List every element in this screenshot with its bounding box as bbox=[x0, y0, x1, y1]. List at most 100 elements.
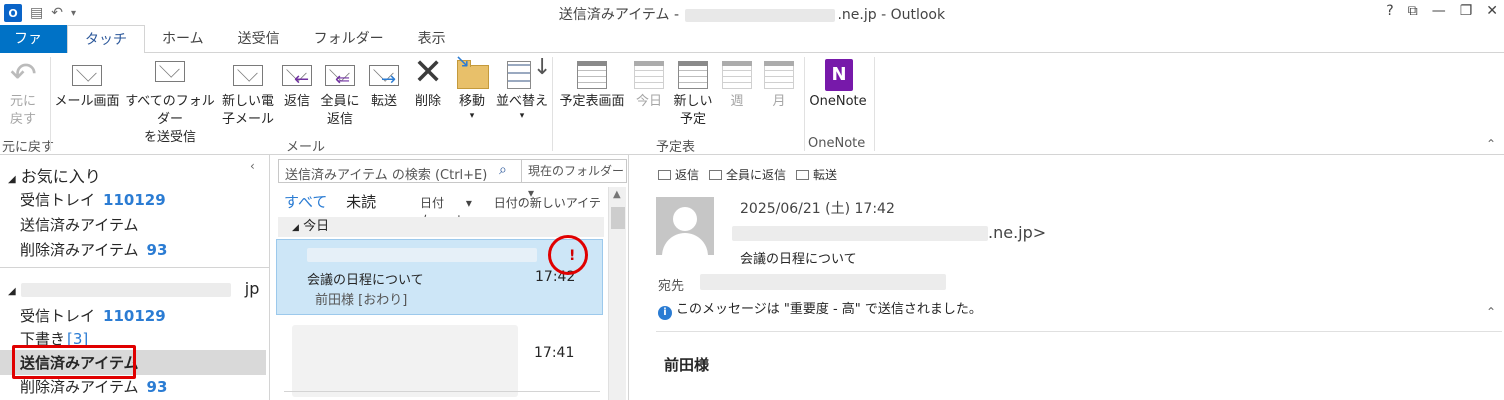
folder-pane: ‹ ◢ お気に入り 受信トレイ 110129 送信済みアイテム 削除済みアイテム 9… bbox=[0, 155, 270, 400]
today-button[interactable]: 今日 bbox=[630, 57, 668, 111]
reply-button[interactable]: ← 返信 bbox=[278, 57, 316, 111]
undo-button[interactable]: ↶ 元に 戻す bbox=[4, 57, 42, 129]
sort-button[interactable]: ↓ 並べ替え ▾ bbox=[494, 57, 551, 122]
message-subject: 会議の日程について bbox=[307, 273, 424, 288]
new-appointment-button[interactable]: 新しい 予定 bbox=[672, 57, 714, 129]
title-app: .ne.jp - Outlook bbox=[837, 7, 946, 23]
tab-file[interactable]: ファイル bbox=[0, 25, 67, 75]
message-sender[interactable]: .ne.jp> bbox=[732, 223, 1046, 242]
account-header[interactable]: ◢ jp bbox=[8, 279, 263, 298]
info-icon: i bbox=[658, 306, 672, 320]
new-email-label-2: 子メール bbox=[221, 112, 274, 127]
calendar-view-button[interactable]: 予定表画面 bbox=[556, 57, 628, 111]
sort-label: 並べ替え bbox=[495, 94, 548, 109]
forward-button[interactable]: → 転送 bbox=[364, 57, 404, 111]
to-label: 宛先 bbox=[658, 279, 685, 294]
sender-suffix: .ne.jp> bbox=[988, 223, 1047, 242]
account-deleted-items[interactable]: 削除済みアイテム 93 bbox=[20, 376, 167, 397]
ribbon-tabs: ファイル タッチ ホーム 送受信 フォルダー 表示 bbox=[0, 25, 1504, 75]
month-button[interactable]: 月 bbox=[760, 57, 798, 111]
reply-all-label: 全員に返信 bbox=[726, 168, 787, 182]
collapse-ribbon-icon[interactable]: ⌃ bbox=[1486, 137, 1496, 151]
delete-button[interactable]: ✕ 削除 bbox=[408, 53, 448, 111]
reading-forward-button[interactable]: 転送 bbox=[796, 166, 837, 183]
filter-all[interactable]: すべて bbox=[284, 193, 327, 211]
ribbon-display-button[interactable]: ⧉ bbox=[1408, 3, 1418, 19]
collapse-pane-icon[interactable]: ‹ bbox=[250, 159, 255, 173]
folder-label: 受信トレイ bbox=[20, 191, 96, 209]
search-box[interactable]: 送信済みアイテム の検索 (Ctrl+E) ⌕ 現在のフォルダー ▾ bbox=[278, 159, 627, 200]
delete-label: 削除 bbox=[414, 94, 441, 109]
favorite-inbox[interactable]: 受信トレイ 110129 bbox=[20, 189, 166, 210]
onenote-button[interactable]: N OneNote bbox=[806, 57, 870, 111]
ribbon: ↶ 元に 戻す 元に戻す メール画面 すべてのフォルダー を送受信 新しい電 子… bbox=[0, 53, 1504, 155]
new-email-icon bbox=[229, 57, 267, 91]
favorites-header[interactable]: ◢ お気に入り bbox=[8, 163, 101, 187]
tab-touch[interactable]: タッチ bbox=[67, 25, 145, 54]
title-folder: 送信済みアイテム - bbox=[558, 7, 684, 23]
restore-button[interactable]: ❐ bbox=[1460, 3, 1473, 19]
scroll-up-icon[interactable]: ▲ bbox=[613, 189, 621, 200]
mail-view-button[interactable]: メール画面 bbox=[54, 57, 120, 111]
reading-reply-button[interactable]: 返信 bbox=[658, 166, 699, 183]
group-label-onenote: OneNote bbox=[808, 136, 866, 151]
week-calendar-icon bbox=[718, 57, 756, 91]
favorite-deleted-items[interactable]: 削除済みアイテム 93 bbox=[20, 239, 167, 260]
sort-by-label: 日付 bbox=[420, 196, 445, 210]
reply-all-icon: ⇐ bbox=[321, 57, 359, 91]
message-list-scrollbar[interactable]: ▲ bbox=[608, 187, 626, 400]
importance-info-bar: i このメッセージは "重要度 - 高" で送信されました。 bbox=[658, 298, 982, 320]
calendar-icon bbox=[573, 57, 611, 91]
tab-home[interactable]: ホーム bbox=[145, 25, 221, 53]
message-item[interactable]: 17:41 bbox=[276, 321, 603, 397]
help-button[interactable]: ? bbox=[1386, 3, 1393, 19]
group-header-today[interactable]: ◢ 今日 bbox=[278, 217, 604, 237]
search-scope-dropdown[interactable]: 現在のフォルダー ▾ bbox=[521, 160, 627, 200]
unread-count: 110129 bbox=[103, 191, 166, 209]
undo-label-1: 元に bbox=[9, 94, 36, 109]
filter-bar: すべて 未読 bbox=[284, 191, 376, 212]
reply-all-icon bbox=[709, 169, 723, 180]
new-email-label-1: 新しい電 bbox=[221, 94, 274, 109]
scroll-thumb[interactable] bbox=[611, 207, 625, 229]
group-label-undo: 元に戻す bbox=[2, 140, 55, 155]
sort-dropdown-icon[interactable]: ▾ bbox=[494, 111, 550, 121]
reading-reply-all-button[interactable]: 全員に返信 bbox=[709, 166, 786, 183]
message-date: 2025/06/21 (土) 17:42 bbox=[740, 201, 895, 217]
favorite-sent-items[interactable]: 送信済みアイテム bbox=[20, 214, 139, 235]
onenote-icon: N bbox=[819, 57, 857, 91]
minimize-button[interactable]: — bbox=[1432, 3, 1446, 19]
tab-folder[interactable]: フォルダー bbox=[297, 25, 401, 53]
search-input[interactable]: 送信済みアイテム の検索 (Ctrl+E) bbox=[285, 164, 487, 183]
send-receive-all-button[interactable]: すべてのフォルダー を送受信 bbox=[120, 57, 220, 147]
tab-view[interactable]: 表示 bbox=[401, 25, 463, 53]
recipient-redacted[interactable] bbox=[700, 274, 946, 290]
account-inbox[interactable]: 受信トレイ 110129 bbox=[20, 305, 166, 326]
collapse-header-icon[interactable]: ⌃ bbox=[1486, 305, 1496, 319]
new-email-button[interactable]: 新しい電 子メール bbox=[220, 57, 276, 129]
tab-send-receive[interactable]: 送受信 bbox=[221, 25, 297, 53]
move-label: 移動 bbox=[458, 94, 485, 109]
week-button[interactable]: 週 bbox=[718, 57, 756, 111]
move-folder-icon: ↘ bbox=[453, 53, 491, 91]
sort-by-dropdown[interactable]: 日付 ▾ bbox=[420, 196, 472, 210]
mail-view-label: メール画面 bbox=[54, 94, 120, 109]
sort-list-icon: ↓ bbox=[503, 57, 551, 91]
reply-icon bbox=[658, 169, 671, 180]
folder-label: 削除済みアイテム bbox=[20, 241, 139, 259]
title-account-redacted bbox=[685, 8, 836, 22]
message-time: 17:41 bbox=[534, 345, 575, 361]
send-receive-label-1: すべてのフォルダー bbox=[125, 94, 215, 127]
message-subject-header: 会議の日程について bbox=[740, 252, 857, 267]
filter-unread[interactable]: 未読 bbox=[346, 193, 376, 211]
reply-all-button[interactable]: ⇐ 全員に 返信 bbox=[320, 57, 360, 129]
month-calendar-icon bbox=[760, 57, 798, 91]
move-dropdown-icon[interactable]: ▾ bbox=[452, 111, 492, 121]
search-icon[interactable]: ⌕ bbox=[499, 162, 507, 178]
today-label: 今日 bbox=[635, 94, 662, 109]
reading-actions: 返信 全員に返信 転送 bbox=[658, 166, 837, 183]
window-title: 送信済みアイテム - .ne.jp - Outlook bbox=[0, 4, 1504, 24]
folder-label: 削除済みアイテム bbox=[20, 378, 139, 396]
move-button[interactable]: ↘ 移動 ▾ bbox=[452, 53, 492, 121]
close-button[interactable]: ✕ bbox=[1486, 3, 1498, 19]
